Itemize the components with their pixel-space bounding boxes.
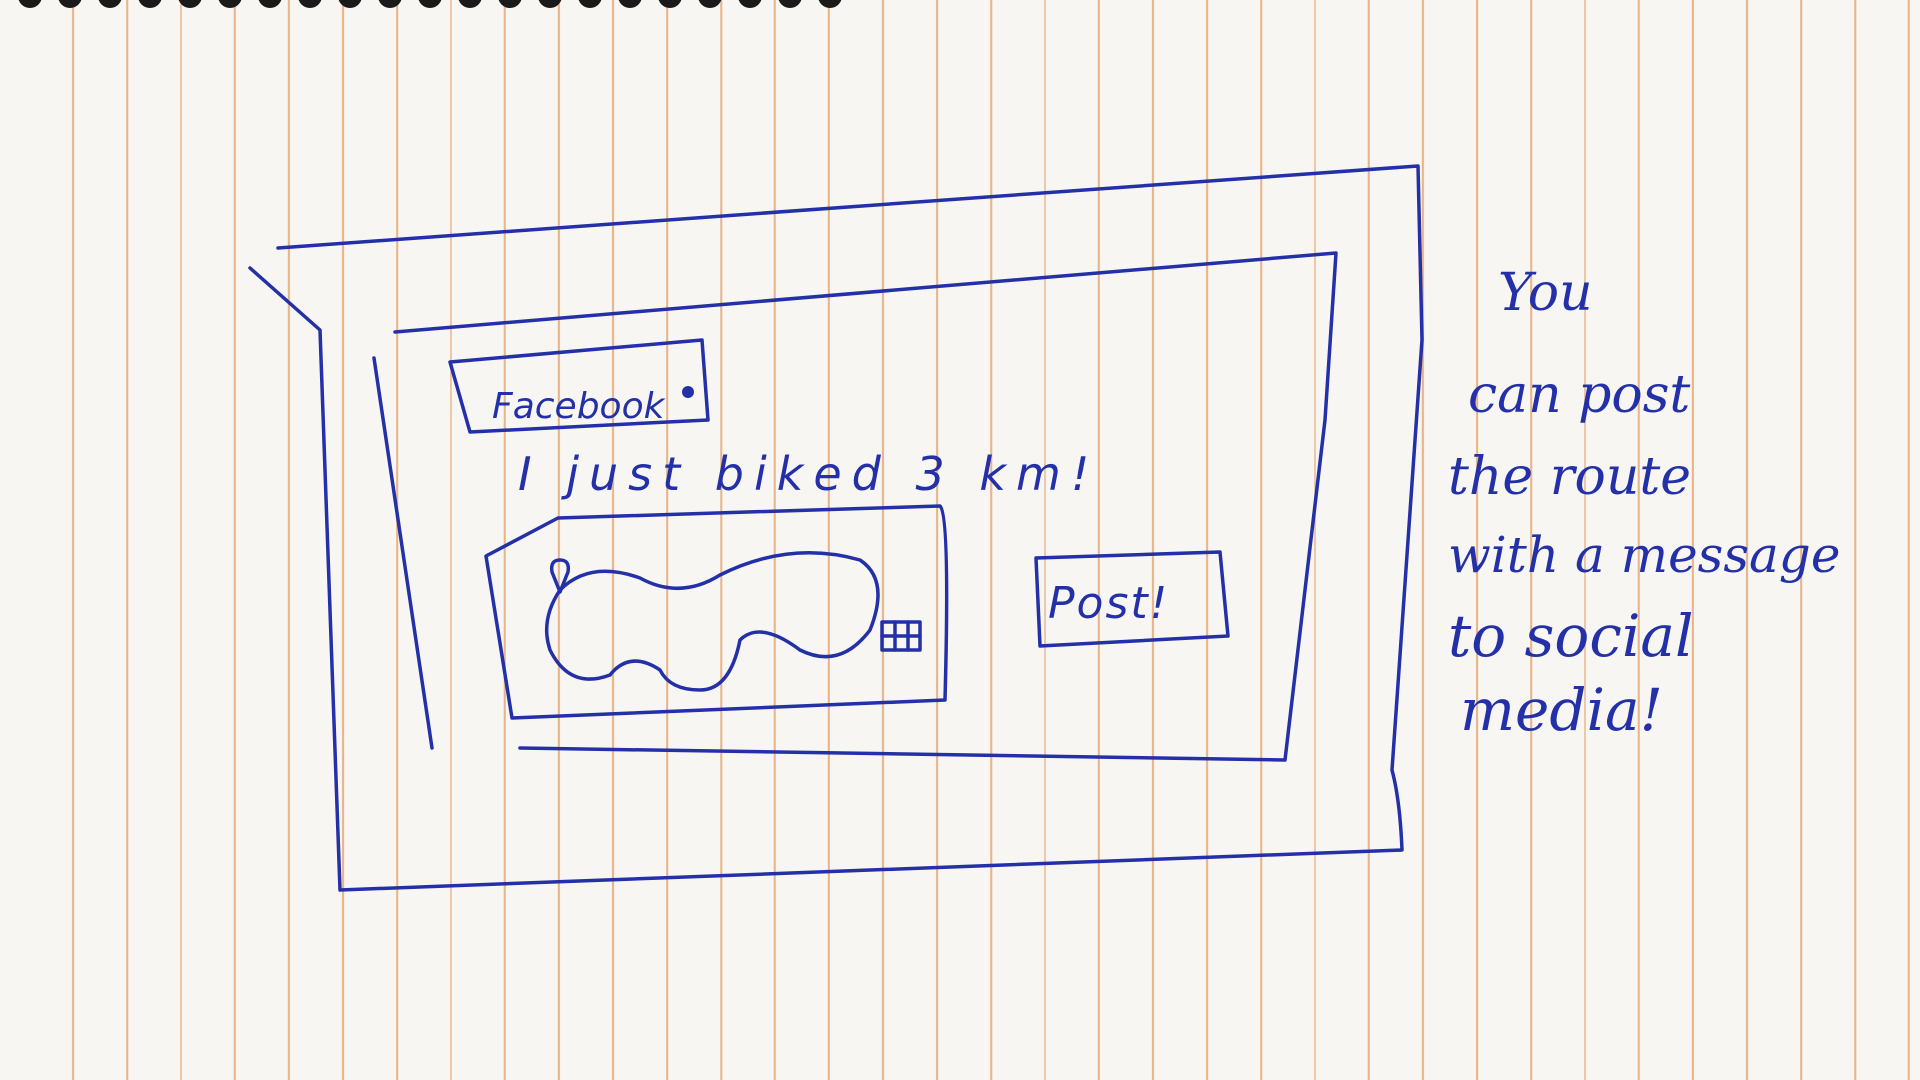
device-screen-left-edge xyxy=(372,356,434,750)
side-note-line-3: the route xyxy=(1448,447,1691,507)
facebook-label: Facebook xyxy=(492,386,667,427)
side-note-line-6: media! xyxy=(1460,676,1663,744)
side-note-line-2: can post xyxy=(1468,365,1690,425)
post-message-text: I just biked 3 km! xyxy=(518,447,1099,501)
heart-icon xyxy=(682,386,694,398)
post-button-label[interactable]: Post! xyxy=(1048,578,1169,629)
device-frame-outer xyxy=(248,164,1424,892)
location-pin-icon xyxy=(549,558,571,594)
side-note-line-1: You xyxy=(1498,263,1593,323)
device-screen-frame xyxy=(393,251,1338,762)
side-note-line-4: with a message xyxy=(1448,526,1840,584)
side-note-line-5: to social xyxy=(1448,602,1694,670)
wireframe-sketch: Facebook I just biked 3 km! Post! You ca… xyxy=(248,164,1840,892)
route-path-icon xyxy=(544,551,880,692)
